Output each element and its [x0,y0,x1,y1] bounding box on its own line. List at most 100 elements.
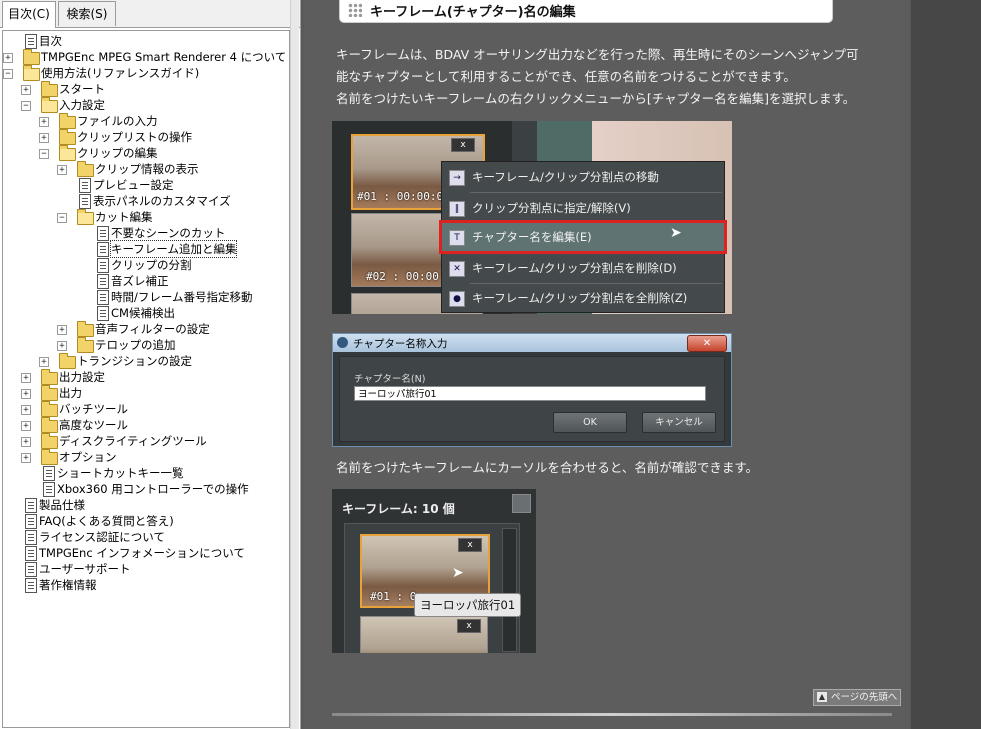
text-icon: T [449,230,465,246]
menu-item-label: キーフレーム/クリップ分割点を全削除(Z) [472,291,688,305]
menu-separator [470,192,722,193]
tree-item[interactable]: 表示パネルのカスタマイズ [3,193,287,209]
tree-item-label: カット編集 [95,210,153,224]
tree-item-label: 目次 [39,34,62,48]
intro-line-3: 名前をつけたいキーフレームの右クリックメニューから[チャプター名を編集]を選択し… [336,91,856,106]
remove-keyframe-button: x [458,538,482,552]
tree-item[interactable]: − 入力設定 [3,97,287,113]
tree-item[interactable]: + TMPGEnc MPEG Smart Renderer 4 について [3,49,287,65]
tree-item[interactable]: 音ズレ補正 [3,273,287,289]
expand-icon[interactable]: + [3,53,13,63]
menu-item-toggle-split: ‖ クリップ分割点に指定/解除(V) [442,194,724,222]
tree-item[interactable]: 製品仕様 [3,497,287,513]
expand-icon[interactable]: + [21,389,31,399]
tree-item[interactable]: + クリップリストの操作 [3,129,287,145]
tree-item[interactable]: + 出力 [3,385,287,401]
keyframe-list-panel: x #01 : 0 x [344,523,520,653]
folder-icon [41,449,58,465]
collapse-icon[interactable]: − [3,69,13,79]
intro-paragraph: キーフレームは、BDAV オーサリング出力などを行った際、再生時にそのシーンへジ… [336,44,859,110]
expand-icon[interactable]: + [21,437,31,447]
folder-icon [41,433,58,449]
tree-item[interactable]: + バッチツール [3,401,287,417]
expand-icon[interactable]: + [57,341,67,351]
expand-icon[interactable]: + [57,325,67,335]
page-icon [25,530,37,545]
tree-item[interactable]: ユーザーサポート [3,561,287,577]
expand-icon[interactable]: + [39,357,49,367]
collapse-icon[interactable]: − [39,149,49,159]
tree-item[interactable]: + 高度なツール [3,417,287,433]
page-icon [25,34,37,49]
tree-item[interactable]: + スタート [3,81,287,97]
expand-icon[interactable]: + [21,373,31,383]
collapse-icon[interactable]: − [57,213,67,223]
dialog-body: チャプター名(N) ヨーロッパ旅行01 OK キャンセル [339,356,725,442]
open-folder-icon [77,209,94,225]
tree-item[interactable]: 目次 [3,33,287,49]
collapse-icon[interactable]: − [21,101,31,111]
chapter-name-field: ヨーロッパ旅行01 [354,386,706,401]
tree-item-label: 製品仕様 [39,498,85,512]
tree-item-label: 出力設定 [59,370,105,384]
back-to-top-link[interactable]: ▲ ページの先頭へ [813,689,902,706]
expand-icon[interactable]: + [21,453,31,463]
tree-item[interactable]: クリップの分割 [3,257,287,273]
tree-item[interactable]: + オプション [3,449,287,465]
context-menu-screenshot: x #01 : 00:00:0 #02 : 00:00 → キーフレーム/クリッ… [332,121,732,314]
folder-icon [77,337,94,353]
page-icon [25,546,37,561]
tree-item[interactable]: プレビュー設定 [3,177,287,193]
grip-icon [348,3,362,17]
tree-item[interactable]: − カット編集 [3,209,287,225]
tree-item[interactable]: + クリップ情報の表示 [3,161,287,177]
tree-item[interactable]: Xbox360 用コントローラーでの操作 [3,481,287,497]
tree-item[interactable]: CM候補検出 [3,305,287,321]
tree-item[interactable]: 時間/フレーム番号指定移動 [3,289,287,305]
keyframe-timecode: #01 : 0 [370,590,417,603]
tree-item[interactable]: + ファイルの入力 [3,113,287,129]
contents-tree: 目次 + TMPGEnc MPEG Smart Renderer 4 について − 使用… [2,30,290,728]
tree-item-label: 時間/フレーム番号指定移動 [111,290,253,304]
tree-item[interactable]: + 音声フィルターの設定 [3,321,287,337]
tree-item[interactable]: 不要なシーンのカット [3,225,287,241]
tree-item[interactable]: 著作権情報 [3,577,287,593]
tab-bar: 目次(C) 検索(S) [0,0,300,28]
tree-item[interactable]: ショートカットキー一覧 [3,465,287,481]
tab-search[interactable]: 検索(S) [58,1,116,26]
pane-splitter[interactable] [290,0,299,729]
tree-item[interactable]: − クリップの編集 [3,145,287,161]
tree-item[interactable]: + ディスクライティングツール [3,433,287,449]
tree-item-label: 出力 [59,386,82,400]
expand-icon[interactable]: + [57,165,67,175]
footer-divider [332,713,892,716]
tree-item[interactable]: + トランジションの設定 [3,353,287,369]
expand-icon[interactable]: + [21,405,31,415]
tree-item[interactable]: FAQ(よくある質問と答え) [3,513,287,529]
page-title: キーフレーム(チャプター)名の編集 [370,5,576,20]
tree-item-label: 不要なシーンのカット [111,226,226,240]
tree-item[interactable]: キーフレーム追加と編集 [3,240,287,258]
tree-item[interactable]: TMPGEnc インフォメーションについて [3,545,287,561]
expand-icon[interactable]: + [39,133,49,143]
expand-icon[interactable]: + [21,421,31,431]
tree-item[interactable]: + テロップの追加 [3,337,287,353]
page-icon [25,498,37,513]
tab-contents[interactable]: 目次(C) [2,1,56,28]
tree-item-label: ユーザーサポート [39,562,131,576]
page-title-bar: キーフレーム(チャプター)名の編集 [339,0,833,23]
tree-item[interactable]: − 使用方法(リファレンスガイド) [3,65,287,81]
expand-icon[interactable]: + [39,117,49,127]
page-icon [43,466,55,481]
folder-icon [41,401,58,417]
tree-item[interactable]: + 出力設定 [3,369,287,385]
keyframe-thumbnail: x [360,616,488,653]
tree-item-label: テロップの追加 [95,338,176,352]
split-icon: ‖ [449,201,465,217]
menu-item-delete-all-keyframes: ● キーフレーム/クリップ分割点を全削除(Z) [442,284,724,312]
page-icon [43,482,55,497]
tree-item[interactable]: ライセンス認証について [3,529,287,545]
expand-icon[interactable]: + [21,85,31,95]
cancel-button: キャンセル [642,412,716,433]
help-navigation-pane: 目次(C) 検索(S) 目次 + TMPGEnc MPEG Smart Render… [0,0,301,729]
